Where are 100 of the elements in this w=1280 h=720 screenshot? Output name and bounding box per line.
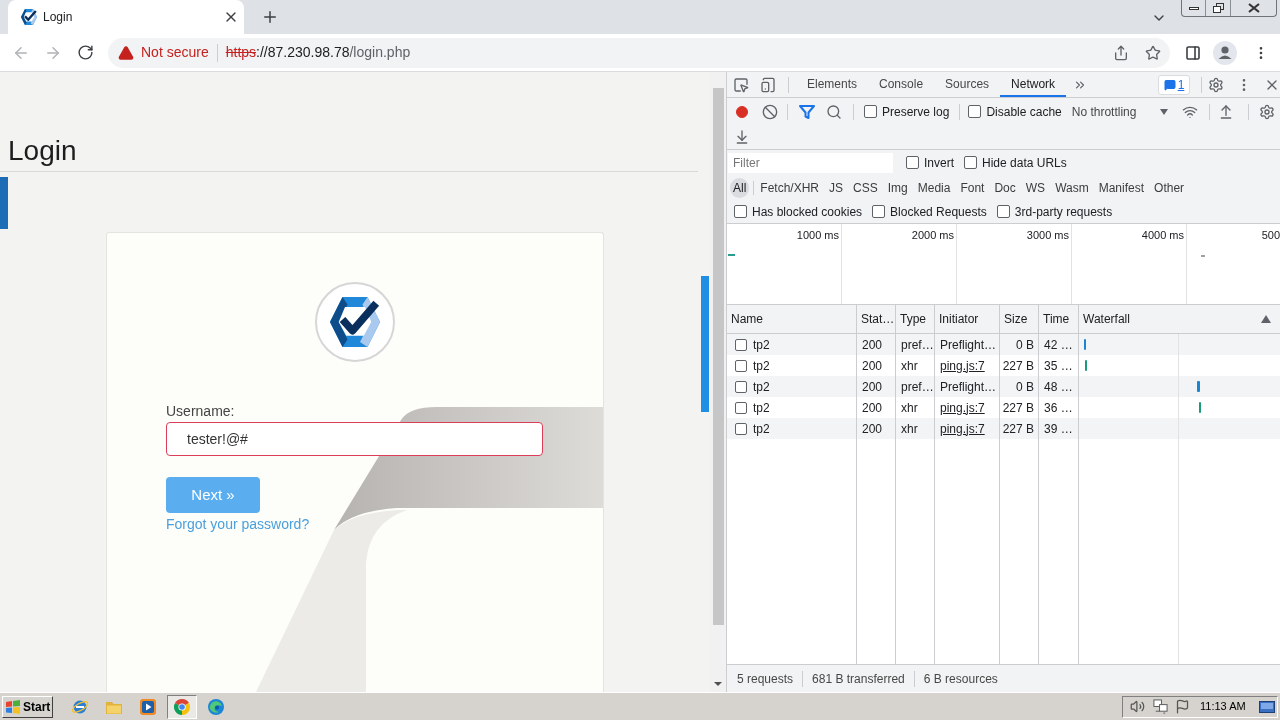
request-row[interactable]: tp2 200 pref… Preflight… 0 B 42 … — [727, 334, 1280, 355]
checkbox[interactable] — [864, 105, 877, 118]
show-desktop-icon[interactable] — [1259, 698, 1275, 715]
issues-button[interactable]: 1 — [1158, 74, 1190, 95]
device-toolbar-icon[interactable] — [760, 76, 776, 93]
timeline-mark — [728, 254, 735, 256]
column-header[interactable]: Waterfall — [1079, 305, 1280, 333]
tick-label: 3000 ms — [1026, 228, 1069, 242]
new-tab-icon[interactable] — [261, 8, 279, 26]
download-icon[interactable] — [734, 129, 750, 145]
column-header[interactable]: Size — [1000, 305, 1039, 333]
tick-label: 500 — [1261, 228, 1280, 242]
clear-icon[interactable] — [762, 103, 778, 120]
type-filter-button[interactable]: Font — [955, 177, 990, 198]
username-field[interactable]: tester!@# — [166, 422, 543, 456]
checkbox[interactable] — [996, 205, 1010, 218]
inspect-icon[interactable] — [733, 76, 749, 93]
type-filter-button[interactable]: CSS — [848, 177, 883, 198]
bookmark-star-icon[interactable] — [1145, 44, 1161, 61]
checkbox[interactable] — [906, 156, 919, 169]
type-filter-button[interactable]: Wasm — [1050, 177, 1094, 198]
checkbox[interactable] — [964, 156, 977, 169]
restore-icon — [1212, 3, 1224, 13]
table-cell-text: 227 B — [1002, 357, 1034, 375]
checkbox[interactable] — [734, 205, 747, 218]
table-cell-text: 36 … — [1044, 399, 1073, 417]
network-icon[interactable] — [1153, 699, 1168, 714]
reload-icon[interactable] — [77, 44, 94, 61]
status-text: 5 requests — [737, 670, 794, 688]
request-row[interactable]: tp2 200 pref… Preflight… 0 B 48 … — [727, 376, 1280, 397]
taskbar-app-button[interactable] — [167, 694, 197, 719]
column-header[interactable]: Type — [896, 305, 935, 333]
type-filter-button[interactable]: Doc — [989, 177, 1021, 198]
tick-label: 2000 ms — [911, 228, 954, 242]
checkbox[interactable] — [872, 205, 886, 218]
table-cell-text: 0 B — [1016, 336, 1034, 354]
initiator-link[interactable]: ping.js:7 — [940, 356, 985, 375]
checkbox-label[interactable]: 3rd-party requests — [1014, 202, 1113, 221]
file-icon — [735, 422, 747, 435]
filter-field[interactable]: Filter — [728, 152, 893, 173]
column-header[interactable]: Initiator — [935, 305, 1000, 333]
file-icon — [735, 359, 747, 372]
start-button[interactable]: Start — [2, 695, 53, 718]
checkbox[interactable] — [968, 105, 982, 118]
globe-icon — [71, 698, 89, 715]
tick-label: 4000 ms — [1141, 228, 1184, 242]
table-cell-text: 39 … — [1044, 420, 1073, 438]
request-row[interactable]: tp2 200 xhr ping.js:7 227 B 39 … — [727, 418, 1280, 439]
table-cell-text: 200 — [862, 336, 883, 354]
checkbox-label[interactable]: Has blocked cookies — [752, 202, 863, 221]
scroll-down-icon[interactable] — [714, 682, 722, 686]
devtools-tab[interactable]: Network — [1000, 72, 1067, 97]
type-filter-button[interactable]: Img — [882, 177, 913, 198]
throttling-dropdown[interactable]: No throttling — [1067, 101, 1169, 122]
checkbox-label[interactable]: Hide data URLs — [982, 153, 1067, 172]
checkbox-label[interactable]: Invert — [924, 153, 954, 172]
share-icon[interactable] — [1113, 44, 1129, 61]
folder-icon — [106, 699, 122, 714]
column-header[interactable]: Name — [727, 305, 857, 333]
page-heading: Login — [8, 135, 77, 167]
initiator-link[interactable]: ping.js:7 — [940, 419, 985, 438]
column-header[interactable]: Stat… — [857, 305, 896, 333]
address-bar[interactable]: Not secure https://87.230.98.78/login.php — [108, 37, 1170, 68]
type-filter-button[interactable]: Media — [912, 177, 956, 198]
filter-icon[interactable] — [799, 103, 815, 120]
type-filter-button[interactable]: JS — [824, 177, 849, 198]
table-cell-text: 200 — [862, 420, 883, 438]
avatar-icon[interactable] — [1213, 40, 1237, 65]
devtools-tab[interactable]: Elements — [796, 72, 869, 97]
search-icon[interactable] — [826, 103, 842, 120]
type-filter-button[interactable]: Fetch/XHR — [755, 177, 825, 198]
side-panel-icon[interactable] — [1185, 44, 1201, 61]
record-icon[interactable] — [736, 105, 748, 118]
type-filter-button[interactable]: Other — [1149, 177, 1190, 198]
type-filter-button[interactable]: Manifest — [1093, 177, 1150, 198]
url-text[interactable]: https://87.230.98.78/login.php — [225, 42, 411, 63]
settings-icon[interactable] — [1208, 76, 1224, 93]
flag-icon[interactable] — [1175, 699, 1190, 714]
scrollbar-thumb[interactable] — [712, 88, 724, 625]
column-header[interactable]: Time — [1039, 305, 1079, 333]
devtools-tab[interactable]: Console — [868, 72, 935, 97]
settings-icon[interactable] — [1258, 103, 1275, 120]
swirl-icon — [208, 698, 224, 715]
checkbox-label[interactable]: Blocked Requests — [890, 202, 987, 221]
table-cell-text: 48 … — [1044, 378, 1073, 396]
volume-icon[interactable] — [1130, 699, 1145, 714]
tick-label: 1000 ms — [796, 228, 839, 242]
devtools-tab[interactable]: Sources — [934, 72, 1001, 97]
checkbox-label[interactable]: Preserve log — [882, 102, 950, 121]
type-filter-button[interactable]: All — [730, 177, 750, 198]
play-icon — [140, 698, 156, 715]
checkbox-label[interactable]: Disable cache — [986, 102, 1062, 121]
security-label[interactable]: Not secure — [141, 42, 209, 63]
table-cell-text: 0 B — [1016, 378, 1034, 396]
minimize-icon — [1188, 6, 1199, 10]
initiator-link[interactable]: ping.js:7 — [940, 398, 985, 417]
timeline-overview[interactable]: 1000 ms 2000 ms 3000 ms 4000 ms 500 — [727, 224, 1280, 305]
file-icon — [735, 401, 747, 414]
type-filter-button[interactable]: WS — [1020, 177, 1051, 198]
browser-tab[interactable]: Login — [8, 0, 244, 34]
